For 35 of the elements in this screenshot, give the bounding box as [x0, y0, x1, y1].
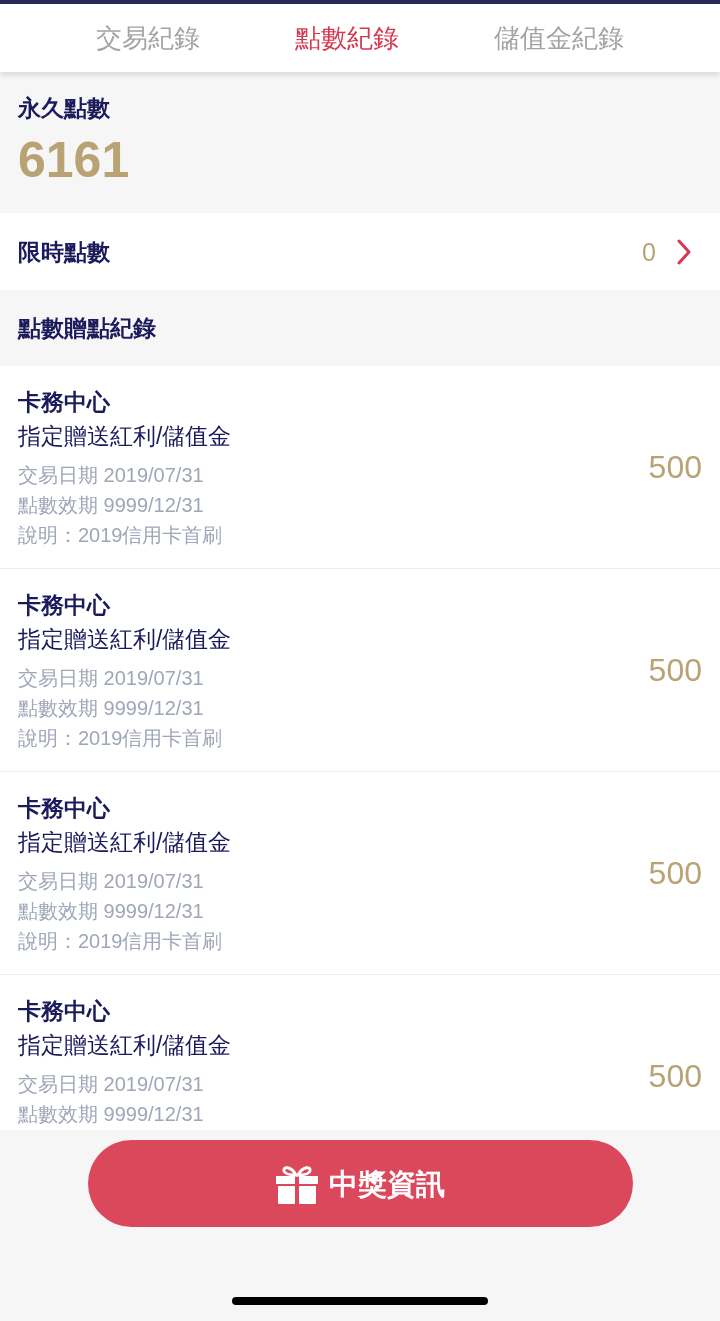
record-type: 指定贈送紅利/儲值金	[18, 422, 232, 451]
record-type: 指定贈送紅利/儲值金	[18, 625, 232, 654]
timed-points-label: 限時點數	[18, 237, 110, 267]
record-amount: 500	[648, 652, 702, 688]
record-detail: 點數效期 9999/12/31	[18, 899, 205, 924]
permanent-points-value: 6161	[18, 132, 131, 188]
chevron-right-icon	[677, 238, 691, 265]
tab[interactable]: 儲值金紀錄	[494, 21, 624, 55]
record-source: 卡務中心	[18, 997, 111, 1026]
record-detail: 交易日期 2019/07/31	[18, 869, 205, 894]
record-detail: 說明：2019信用卡首刷	[18, 929, 224, 954]
gift-icon	[276, 1163, 318, 1204]
record-source: 卡務中心	[18, 388, 111, 417]
record-amount: 500	[648, 1058, 702, 1094]
record-detail: 點數效期 9999/12/31	[18, 1102, 205, 1127]
record-detail: 說明：2019信用卡首刷	[18, 726, 224, 751]
record-amount: 500	[648, 449, 702, 485]
record-detail: 交易日期 2019/07/31	[18, 463, 205, 488]
record-detail: 交易日期 2019/07/31	[18, 666, 205, 691]
record-amount: 500	[648, 855, 702, 891]
tab[interactable]: 點數紀錄	[295, 21, 399, 55]
tab[interactable]: 交易紀錄	[96, 21, 200, 55]
permanent-points-label: 永久點數	[18, 94, 111, 123]
record-source: 卡務中心	[18, 794, 111, 823]
record-detail: 交易日期 2019/07/31	[18, 1072, 205, 1097]
prize-info-button[interactable]: 中獎資訊	[88, 1140, 633, 1227]
record-detail: 點數效期 9999/12/31	[18, 696, 205, 721]
record-detail: 說明：2019信用卡首刷	[18, 523, 224, 548]
record-type: 指定贈送紅利/儲值金	[18, 828, 232, 857]
timed-points-value: 0	[642, 236, 656, 268]
record-source: 卡務中心	[18, 591, 111, 620]
timed-points-row[interactable]: 限時點數 0	[0, 213, 720, 290]
record-detail: 點數效期 9999/12/31	[18, 493, 205, 518]
record-type: 指定贈送紅利/儲值金	[18, 1031, 232, 1060]
section-title: 點數贈點紀錄	[16, 313, 157, 343]
